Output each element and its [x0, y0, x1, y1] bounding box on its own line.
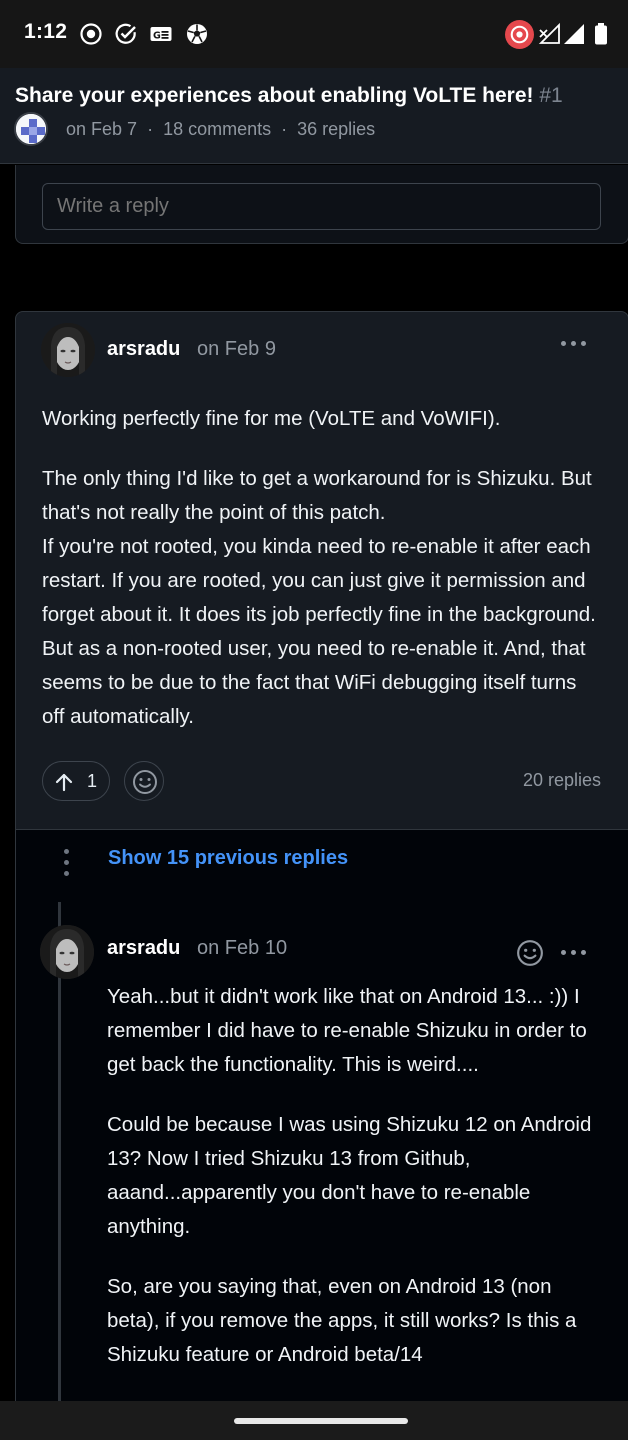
smiley-icon [133, 770, 157, 794]
hotspot-icon [505, 20, 534, 49]
reply-body: Yeah...but it didn't work like that on A… [107, 980, 603, 1401]
replies-count[interactable]: 20 replies [523, 770, 601, 791]
record-icon [80, 23, 102, 45]
discussion-number: #1 [539, 84, 563, 107]
check-circle-icon [115, 23, 136, 44]
home-gesture-handle[interactable] [234, 1418, 408, 1424]
reply-paragraph: Could be because I was using Shizuku 12 … [107, 1113, 592, 1238]
navigation-bar [0, 1401, 628, 1440]
signal-icon [564, 24, 584, 44]
comment-more-options-icon[interactable] [561, 338, 591, 350]
reply-paragraph: So, are you saying that, even on Android… [107, 1275, 577, 1366]
signal-no-data-icon [538, 22, 560, 44]
upvote-button[interactable]: 1 [42, 761, 110, 801]
comment-body: Working perfectly fine for me (VoLTE and… [42, 402, 602, 734]
comment-author-avatar[interactable] [41, 323, 95, 377]
status-bar: 1:12 G [0, 0, 628, 68]
comment-count: 18 comments [163, 119, 272, 139]
comment-date[interactable]: on Feb 9 [197, 338, 276, 361]
discussion-meta: on Feb 7 · 18 comments · 36 replies [66, 119, 376, 139]
collapsed-replies-dots-icon [64, 849, 70, 879]
discussion-header: Share your experiences about enabling Vo… [0, 68, 628, 164]
battery-icon [595, 23, 607, 45]
comment-paragraph: The only thing I'd like to get a workaro… [42, 467, 596, 728]
write-reply-input[interactable] [42, 183, 601, 230]
reply-more-options-icon[interactable] [561, 947, 591, 959]
discussion-title[interactable]: Share your experiences about enabling Vo… [15, 84, 563, 108]
discussion-date: on Feb 7 [66, 119, 138, 139]
arrow-up-icon [55, 773, 73, 792]
show-previous-replies-link[interactable]: Show 15 previous replies [108, 847, 348, 870]
soccer-ball-icon [187, 24, 207, 44]
reply-author-name[interactable]: arsradu [107, 937, 180, 960]
reply-author-avatar[interactable] [40, 925, 94, 979]
reply-paragraph: Yeah...but it didn't work like that on A… [107, 985, 587, 1076]
add-reaction-button[interactable] [124, 761, 164, 801]
reply-add-reaction-icon[interactable] [516, 939, 544, 967]
status-time: 1:12 [24, 20, 68, 43]
upvote-count: 1 [87, 771, 98, 791]
gmail-icon: G [150, 27, 172, 42]
reply-date[interactable]: on Feb 10 [197, 937, 287, 960]
comment-paragraph: Working perfectly fine for me (VoLTE and… [42, 407, 501, 430]
comment-author-name[interactable]: arsradu [107, 338, 180, 361]
reply-count: 36 replies [297, 119, 376, 139]
svg-text:G: G [153, 31, 161, 42]
discussion-author-avatar[interactable] [14, 112, 48, 146]
discussion-title-text: Share your experiences about enabling Vo… [15, 84, 534, 107]
